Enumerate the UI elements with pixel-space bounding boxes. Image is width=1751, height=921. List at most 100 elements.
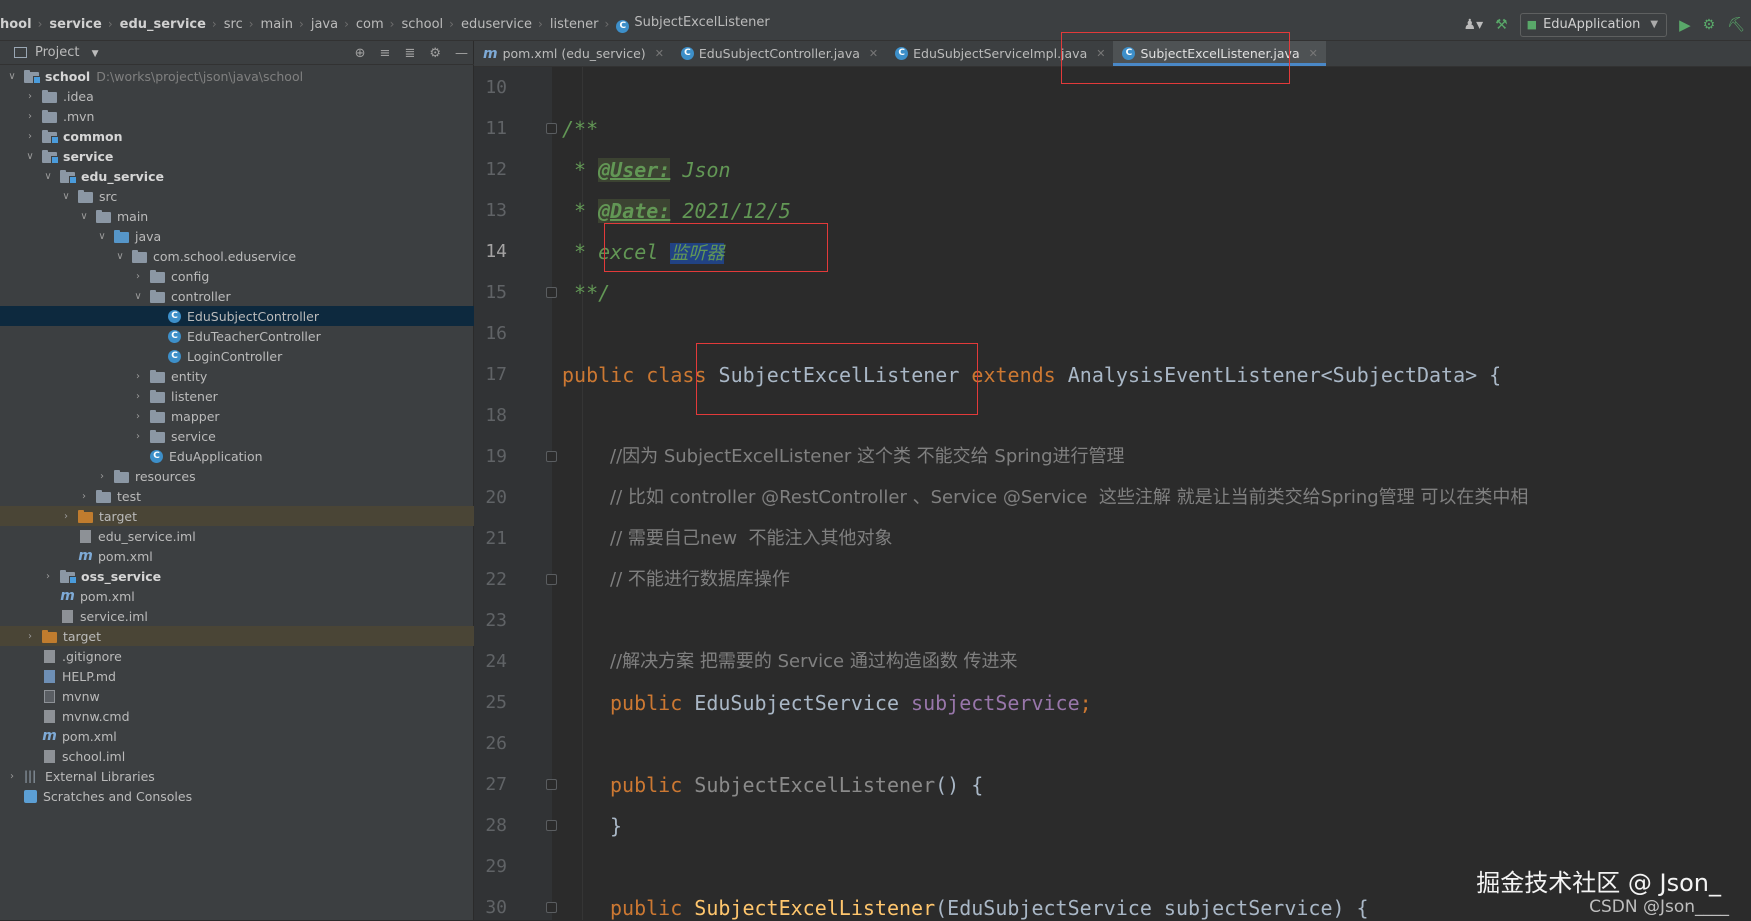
run-icon[interactable]: ▶ (1679, 16, 1691, 34)
tree-item-mvnw-cmd[interactable]: mvnw.cmd (0, 706, 474, 726)
fold-marker-icon[interactable] (546, 779, 557, 790)
fold-marker-icon[interactable] (546, 574, 557, 585)
tree-item-school[interactable]: ∨ school D:\works\project\json\java\school (0, 66, 474, 86)
collapse-all-icon[interactable]: ≣ (404, 46, 415, 61)
code-token: } (610, 814, 623, 838)
tree-item-label: service (63, 148, 114, 164)
tree-item-edu-service[interactable]: ∨ edu_service (0, 166, 474, 186)
tree-item-service-package[interactable]: › service (0, 426, 474, 446)
tree-item-config[interactable]: › config (0, 266, 474, 286)
tab-subject-excel-listener[interactable]: C SubjectExcelListener.java ✕ (1113, 41, 1327, 66)
build-hammer-icon[interactable]: ⚒ (1495, 17, 1508, 33)
gear-icon[interactable]: ⚙ (429, 46, 441, 61)
tab-edu-subject-controller[interactable]: C EduSubjectController.java ✕ (672, 41, 886, 66)
fold-marker-icon[interactable] (546, 123, 557, 134)
breadcrumb-item[interactable]: edu_service (120, 17, 206, 32)
tree-item-root-target[interactable]: › target (0, 626, 474, 646)
tree-item-src[interactable]: ∨ src (0, 186, 474, 206)
code-token: (EduSubjectService subjectService) { (935, 896, 1369, 920)
tree-item-oss-service[interactable]: › oss_service (0, 566, 474, 586)
line-number: 18 (485, 405, 507, 426)
tree-item-mvn[interactable]: › .mvn (0, 106, 474, 126)
run-configuration-select[interactable]: ■ EduApplication ▼ (1519, 12, 1668, 37)
tree-item-external-libraries[interactable]: › ||| External Libraries (0, 766, 474, 786)
tree-item-edu-pom[interactable]: m pom.xml (0, 546, 474, 566)
breadcrumb-item[interactable]: hool (0, 17, 32, 32)
close-icon[interactable]: ✕ (655, 47, 664, 60)
project-tree: ∨ school D:\works\project\json\java\school… (0, 66, 474, 806)
fold-marker-icon[interactable] (546, 287, 557, 298)
tree-item-mvnw[interactable]: mvnw (0, 686, 474, 706)
tree-item-resources[interactable]: › resources (0, 466, 474, 486)
tree-item-edu-subject-controller[interactable]: C EduSubjectController (0, 306, 474, 326)
breadcrumb-item[interactable]: java (311, 17, 338, 32)
tree-item-root-pom[interactable]: m pom.xml (0, 726, 474, 746)
line-number: 25 (485, 692, 507, 713)
locate-icon[interactable]: ⊕ (355, 46, 366, 61)
tab-pom-xml[interactable]: m pom.xml (edu_service) ✕ (474, 41, 672, 66)
tree-item-service-iml[interactable]: service.iml (0, 606, 474, 626)
class-icon: C (168, 349, 181, 363)
breadcrumb-current-file[interactable]: C SubjectExcelListener (616, 15, 770, 33)
breadcrumb-item[interactable]: eduservice (461, 17, 532, 32)
breadcrumb-item[interactable]: src (224, 17, 243, 32)
project-tool-window: Project ▼ ⊕ ≡ ≣ ⚙ — ∨ school D:\works\proj… (0, 41, 474, 920)
fold-marker-icon[interactable] (546, 451, 557, 462)
tree-item-service-pom[interactable]: m pom.xml (0, 586, 474, 606)
expanded-arrow-icon: ∨ (26, 150, 34, 162)
tree-item-common[interactable]: › common (0, 126, 474, 146)
fold-marker-icon[interactable] (546, 820, 557, 831)
library-icon: ||| (24, 769, 37, 783)
tree-item-controller[interactable]: ∨ controller (0, 286, 474, 306)
line-number: 20 (485, 487, 507, 508)
user-icon[interactable]: ♟▾ (1464, 17, 1484, 33)
tree-item-package[interactable]: ∨ com.school.eduservice (0, 246, 474, 266)
tree-item-label: school (45, 68, 91, 84)
tree-item-target[interactable]: › target (0, 506, 474, 526)
tree-item-school-iml[interactable]: school.iml (0, 746, 474, 766)
tree-item-idea[interactable]: › .idea (0, 86, 474, 106)
fold-marker-icon[interactable] (546, 902, 557, 913)
tree-item-edu-application[interactable]: C EduApplication (0, 446, 474, 466)
chevron-right-icon: › (107, 17, 113, 31)
breadcrumb-item[interactable]: listener (550, 17, 599, 32)
toolbar-right: ♟▾ ⚒ ■ EduApplication ▼ ▶ ⚙ ⛏ (1464, 8, 1745, 41)
close-icon[interactable]: ✕ (1309, 47, 1318, 60)
tab-edu-subject-service-impl[interactable]: C EduSubjectServiceImpl.java ✕ (886, 41, 1113, 66)
breadcrumb-item[interactable]: com (356, 17, 384, 32)
coverage-icon[interactable]: ⛏ (1727, 17, 1745, 33)
close-icon[interactable]: ✕ (1096, 47, 1105, 60)
tree-item-main[interactable]: ∨ main (0, 206, 474, 226)
javadoc-tag: @User: (598, 158, 671, 182)
close-icon[interactable]: ✕ (869, 47, 878, 60)
tree-item-scratches[interactable]: Scratches and Consoles (0, 786, 474, 806)
tree-item-entity[interactable]: › entity (0, 366, 474, 386)
tree-item-gitignore[interactable]: .gitignore (0, 646, 474, 666)
breadcrumb-item[interactable]: main (261, 17, 293, 32)
folder-icon (96, 489, 111, 503)
tree-item-service[interactable]: ∨ service (0, 146, 474, 166)
keyword-token: public (610, 773, 695, 797)
menu-bar[interactable] (0, 0, 1751, 8)
breadcrumb-item[interactable]: school (401, 17, 443, 32)
tree-item-edu-teacher-controller[interactable]: C EduTeacherController (0, 326, 474, 346)
tree-item-java[interactable]: ∨ java (0, 226, 474, 246)
tree-item-edu-service-iml[interactable]: edu_service.iml (0, 526, 474, 546)
javadoc-tag: @Date: (598, 199, 671, 223)
hide-icon[interactable]: — (455, 46, 468, 61)
project-view-select[interactable]: Project ▼ (35, 45, 99, 60)
tree-item-listener[interactable]: › listener (0, 386, 474, 406)
package-icon (150, 289, 165, 303)
tree-item-test[interactable]: › test (0, 486, 474, 506)
expand-all-icon[interactable]: ≡ (380, 46, 391, 61)
tree-item-mapper[interactable]: › mapper (0, 406, 474, 426)
watermark-csdn: CSDN @Json____ (1589, 897, 1729, 917)
tree-item-login-controller[interactable]: C LoginController (0, 346, 474, 366)
javadoc-token: * excel (562, 240, 671, 264)
debug-icon[interactable]: ⚙ (1703, 17, 1716, 33)
breadcrumb-item[interactable]: service (49, 17, 101, 32)
excluded-folder-icon (42, 629, 57, 643)
tree-item-help-md[interactable]: HELP.md (0, 666, 474, 686)
iml-file-icon (80, 529, 91, 543)
tree-item-label: pom.xml (80, 588, 135, 604)
